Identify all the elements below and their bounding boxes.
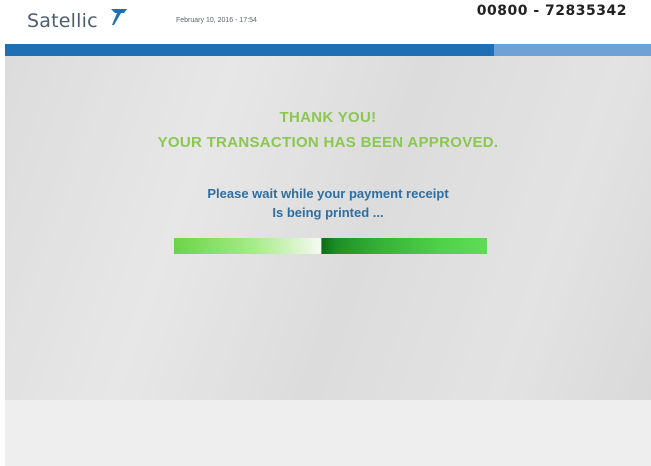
satellite-arrow-icon [111, 9, 128, 25]
printing-progress-bar [174, 238, 487, 254]
wait-message-line-1: Please wait while your payment receipt [207, 186, 449, 201]
header-bar-area: Satellic February 10, 2016 - 17:54 00800… [0, 0, 651, 44]
logo-text: Satellic [27, 10, 98, 32]
date-time: February 10, 2016 - 17:54 [176, 17, 257, 24]
approved-heading: YOUR TRANSACTION HAS BEEN APPROVED. [157, 134, 499, 151]
blue-divider-main [5, 44, 494, 56]
support-phone: 00800 - 72835342 [476, 3, 627, 19]
wait-message-line-2: Is being printed ... [272, 205, 384, 220]
thank-you-heading: THANK YOU! [279, 109, 377, 126]
satellic-logo: Satellic [27, 9, 129, 33]
blue-divider-bar [5, 44, 651, 56]
main-panel [5, 56, 651, 400]
bottom-panel [5, 400, 651, 466]
